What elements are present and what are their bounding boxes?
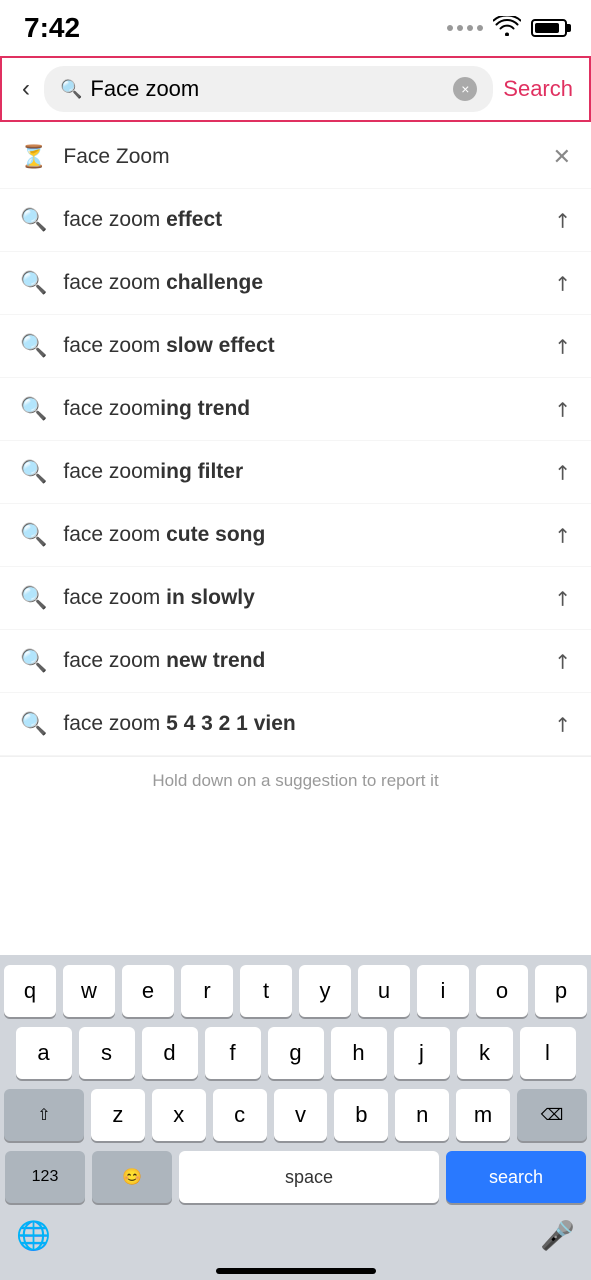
battery-icon: [531, 19, 567, 37]
key-b[interactable]: b: [334, 1089, 388, 1141]
key-n[interactable]: n: [395, 1089, 449, 1141]
arrow-icon: ↗: [548, 457, 578, 487]
list-item[interactable]: 🔍 face zoom cute song ↗: [0, 504, 591, 567]
key-w[interactable]: w: [63, 965, 115, 1017]
suggestion-text: face zoom effect: [63, 208, 546, 232]
suggestion-text: face zoom 5 4 3 2 1 vien: [63, 712, 546, 736]
suggestion-text: face zoom slow effect: [63, 334, 546, 358]
backspace-key[interactable]: ⌫: [517, 1089, 587, 1141]
list-item[interactable]: 🔍 face zoom in slowly ↗: [0, 567, 591, 630]
key-h[interactable]: h: [331, 1027, 387, 1079]
emoji-key[interactable]: 😊: [92, 1151, 172, 1203]
key-v[interactable]: v: [274, 1089, 328, 1141]
key-p[interactable]: p: [535, 965, 587, 1017]
search-icon: 🔍: [60, 79, 82, 100]
space-key[interactable]: space: [179, 1151, 439, 1203]
search-icon: 🔍: [20, 585, 47, 611]
globe-icon[interactable]: 🌐: [16, 1219, 51, 1252]
suggestion-text: face zoom challenge: [63, 271, 546, 295]
key-l[interactable]: l: [520, 1027, 576, 1079]
keyboard-bottom-row: 🌐 🎤: [4, 1213, 587, 1260]
status-icons: [447, 16, 567, 41]
search-input[interactable]: [90, 76, 445, 102]
key-s[interactable]: s: [79, 1027, 135, 1079]
search-button[interactable]: Search: [503, 76, 573, 102]
keyboard-row-3: ⇧ z x c v b n m ⌫: [4, 1089, 587, 1141]
key-m[interactable]: m: [456, 1089, 510, 1141]
search-icon: 🔍: [20, 648, 47, 674]
suggestion-item-history[interactable]: ⏳ Face Zoom ✕: [0, 126, 591, 189]
status-bar: 7:42: [0, 0, 591, 52]
suggestion-text: face zooming trend: [63, 397, 546, 421]
arrow-icon: ↗: [548, 709, 578, 739]
key-f[interactable]: f: [205, 1027, 261, 1079]
arrow-icon: ↗: [548, 205, 578, 235]
key-z[interactable]: z: [91, 1089, 145, 1141]
back-button[interactable]: ‹: [18, 71, 34, 107]
search-icon: 🔍: [20, 207, 47, 233]
suggestion-text: Face Zoom: [63, 145, 552, 169]
arrow-icon: ↗: [548, 268, 578, 298]
suggestions-list: ⏳ Face Zoom ✕ 🔍 face zoom effect ↗ 🔍 fac…: [0, 126, 591, 805]
keyboard-row-1: q w e r t y u i o p: [4, 965, 587, 1017]
suggestion-text: face zoom new trend: [63, 649, 546, 673]
key-y[interactable]: y: [299, 965, 351, 1017]
status-time: 7:42: [24, 12, 80, 44]
keyboard-row-4: 123 😊 space search: [4, 1151, 587, 1203]
list-item[interactable]: 🔍 face zooming filter ↗: [0, 441, 591, 504]
arrow-icon: ↗: [548, 646, 578, 676]
key-r[interactable]: r: [181, 965, 233, 1017]
key-i[interactable]: i: [417, 965, 469, 1017]
key-g[interactable]: g: [268, 1027, 324, 1079]
search-icon: 🔍: [20, 459, 47, 485]
search-icon: 🔍: [20, 711, 47, 737]
list-item[interactable]: 🔍 face zoom new trend ↗: [0, 630, 591, 693]
arrow-icon: ↗: [548, 520, 578, 550]
key-d[interactable]: d: [142, 1027, 198, 1079]
arrow-icon: ↗: [548, 331, 578, 361]
keyboard: q w e r t y u i o p a s d f g h j k l ⇧ …: [0, 955, 591, 1280]
key-e[interactable]: e: [122, 965, 174, 1017]
microphone-icon[interactable]: 🎤: [540, 1219, 575, 1252]
history-icon: ⏳: [20, 144, 47, 170]
search-icon: 🔍: [20, 522, 47, 548]
key-q[interactable]: q: [4, 965, 56, 1017]
clear-button[interactable]: ×: [453, 77, 477, 101]
search-icon: 🔍: [20, 396, 47, 422]
arrow-icon: ↗: [548, 394, 578, 424]
hint-text: Hold down on a suggestion to report it: [0, 756, 591, 805]
key-a[interactable]: a: [16, 1027, 72, 1079]
key-o[interactable]: o: [476, 965, 528, 1017]
search-input-wrapper: 🔍 ×: [44, 66, 493, 112]
list-item[interactable]: 🔍 face zoom 5 4 3 2 1 vien ↗: [0, 693, 591, 756]
numbers-key[interactable]: 123: [5, 1151, 85, 1203]
suggestion-text: face zoom cute song: [63, 523, 546, 547]
key-x[interactable]: x: [152, 1089, 206, 1141]
suggestion-text: face zooming filter: [63, 460, 546, 484]
signal-dots-icon: [447, 25, 483, 31]
wifi-icon: [493, 16, 521, 41]
list-item[interactable]: 🔍 face zoom effect ↗: [0, 189, 591, 252]
search-icon: 🔍: [20, 333, 47, 359]
keyboard-search-key[interactable]: search: [446, 1151, 586, 1203]
key-u[interactable]: u: [358, 965, 410, 1017]
list-item[interactable]: 🔍 face zooming trend ↗: [0, 378, 591, 441]
list-item[interactable]: 🔍 face zoom challenge ↗: [0, 252, 591, 315]
suggestion-text: face zoom in slowly: [63, 586, 546, 610]
arrow-icon: ↗: [548, 583, 578, 613]
shift-key[interactable]: ⇧: [4, 1089, 84, 1141]
key-j[interactable]: j: [394, 1027, 450, 1079]
key-k[interactable]: k: [457, 1027, 513, 1079]
close-icon[interactable]: ✕: [553, 144, 571, 170]
search-bar: ‹ 🔍 × Search: [0, 56, 591, 122]
key-t[interactable]: t: [240, 965, 292, 1017]
home-indicator: [216, 1268, 376, 1274]
keyboard-row-2: a s d f g h j k l: [4, 1027, 587, 1079]
search-icon: 🔍: [20, 270, 47, 296]
key-c[interactable]: c: [213, 1089, 267, 1141]
list-item[interactable]: 🔍 face zoom slow effect ↗: [0, 315, 591, 378]
